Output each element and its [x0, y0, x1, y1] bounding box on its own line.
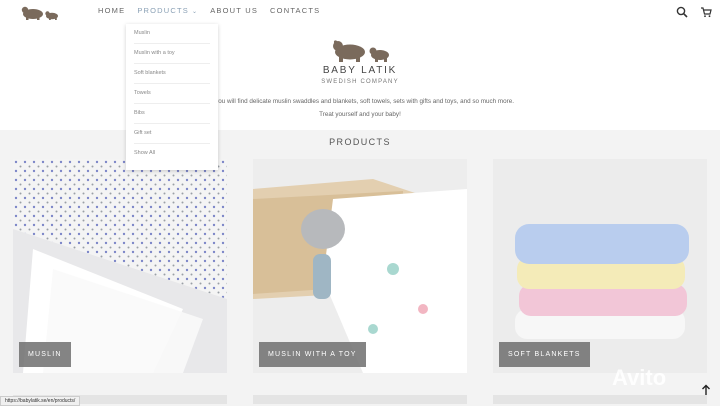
product-label-soft-blankets: SOFT BLANKETS [499, 342, 590, 367]
product-card-muslin[interactable]: MUSLIN [13, 159, 227, 373]
dropdown-item-soft-blankets[interactable]: Soft blankets [134, 64, 210, 84]
product-card-row2-3[interactable] [493, 395, 707, 404]
nav-home[interactable]: HOME [98, 6, 125, 15]
product-card-muslin-with-toy[interactable]: MUSLIN WITH A TOY [253, 159, 467, 373]
cart-icon[interactable] [700, 5, 712, 18]
product-card-soft-blankets[interactable]: SOFT BLANKETS [493, 159, 707, 373]
status-url-bar: https://babylatik.se/en/products/ [0, 396, 81, 406]
watermark-text: Avito [612, 365, 667, 390]
search-icon[interactable] [676, 5, 688, 18]
muslin-with-toy-image [253, 159, 467, 373]
top-navigation-bar: HOME PRODUCTS ⌄ ABOUT US CONTACTS [0, 0, 720, 24]
soft-blankets-image [493, 159, 707, 373]
dropdown-item-muslin-with-toy[interactable]: Muslin with a toy [134, 44, 210, 64]
brand-subtitle: SWEDISH COMPANY [321, 79, 399, 85]
dropdown-item-gift-set[interactable]: Gift set [134, 124, 210, 144]
chevron-down-icon: ⌄ [192, 9, 199, 15]
arrow-up-icon[interactable] [700, 384, 712, 396]
main-nav: HOME PRODUCTS ⌄ ABOUT US CONTACTS [98, 6, 320, 15]
nav-about[interactable]: ABOUT US [210, 6, 258, 15]
dropdown-item-towels[interactable]: Towels [134, 84, 210, 104]
product-label-muslin: MUSLIN [19, 342, 71, 367]
products-dropdown-menu: Muslin Muslin with a toy Soft blankets T… [126, 24, 218, 170]
products-title: PRODUCTS [329, 137, 391, 147]
product-label-muslin-with-toy: MUSLIN WITH A TOY [259, 342, 366, 367]
dropdown-item-muslin[interactable]: Muslin [134, 24, 210, 44]
muslin-image [13, 159, 227, 373]
dropdown-item-bibs[interactable]: Bibs [134, 104, 210, 124]
brand-bears-icon [333, 40, 389, 62]
dropdown-item-show-all[interactable]: Show All [134, 144, 210, 163]
top-icons [676, 5, 712, 18]
bear-logo-icon[interactable] [20, 4, 60, 20]
hero-description: re, you will find delicate muslin swaddl… [206, 98, 514, 105]
brand-name: BABY LATIK [322, 65, 398, 76]
nav-contacts[interactable]: CONTACTS [270, 6, 320, 15]
nav-products[interactable]: PRODUCTS ⌄ [137, 6, 198, 15]
nav-products-label: PRODUCTS [137, 6, 189, 15]
product-card-row2-2[interactable] [253, 395, 467, 404]
hero-tagline: Treat yourself and your baby! [319, 111, 401, 118]
